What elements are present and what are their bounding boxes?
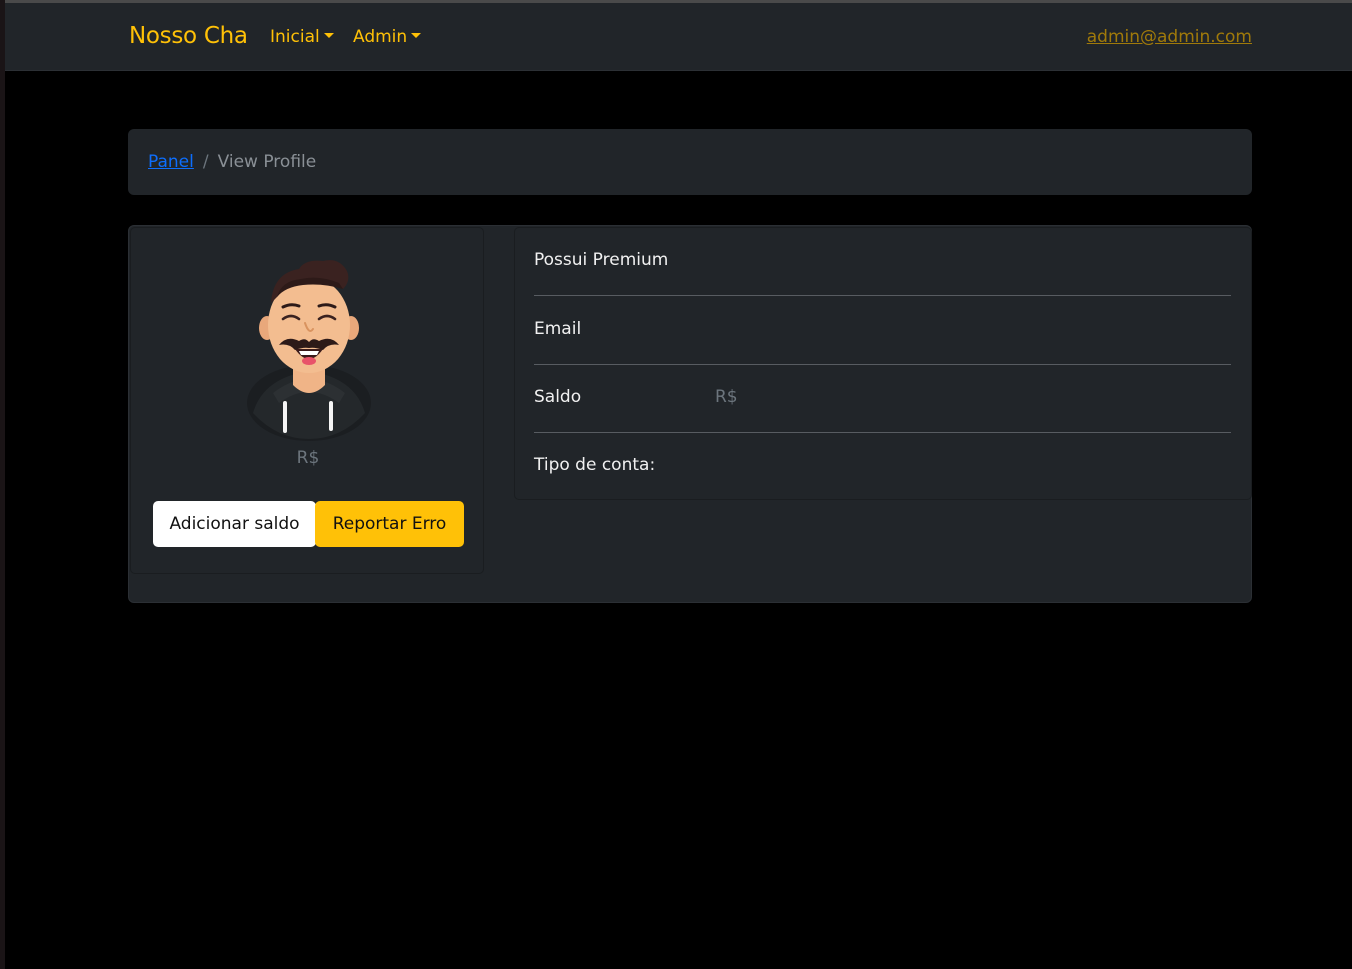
profile-balance: R$ [296,448,320,468]
breadcrumb-current: View Profile [217,152,317,172]
info-row-balance: Saldo R$ [534,365,1231,433]
info-row-account-type: Tipo de conta: [534,433,1231,501]
balance-value: R$ [715,387,738,407]
nav-dropdown-admin[interactable]: Admin [353,27,422,47]
balance-label: Saldo [534,387,582,407]
breadcrumb-separator: / [202,152,209,172]
profile-container: R$ Adicionar saldo Reportar Erro Possui … [128,225,1252,603]
email-label: Email [534,319,582,339]
nav-inicial-label: Inicial [270,27,320,47]
account-type-label: Tipo de conta: [534,455,656,475]
chevron-down-icon [323,33,334,38]
info-row-email: Email [534,297,1231,365]
report-error-button[interactable]: Reportar Erro [315,501,464,547]
avatar [247,260,371,441]
account-info-card: Possui Premium Email Saldo R$ Tipo de co… [514,227,1252,500]
nav-admin-label: Admin [353,27,408,47]
brand-logo[interactable]: Nosso Cha [129,23,248,49]
window-left-edge [0,0,5,969]
profile-card: R$ Adicionar saldo Reportar Erro [130,227,484,574]
info-row-premium: Possui Premium [534,228,1231,296]
user-email-link[interactable]: admin@admin.com [1087,27,1252,47]
breadcrumb: Panel / View Profile [128,129,1252,195]
nav-dropdown-inicial[interactable]: Inicial [270,27,334,47]
breadcrumb-panel-link[interactable]: Panel [148,152,194,172]
top-navbar: Nosso Cha Inicial Admin admin@admin.com [5,3,1352,71]
premium-label: Possui Premium [534,250,669,270]
chevron-down-icon [411,33,422,38]
add-balance-button[interactable]: Adicionar saldo [153,501,316,547]
